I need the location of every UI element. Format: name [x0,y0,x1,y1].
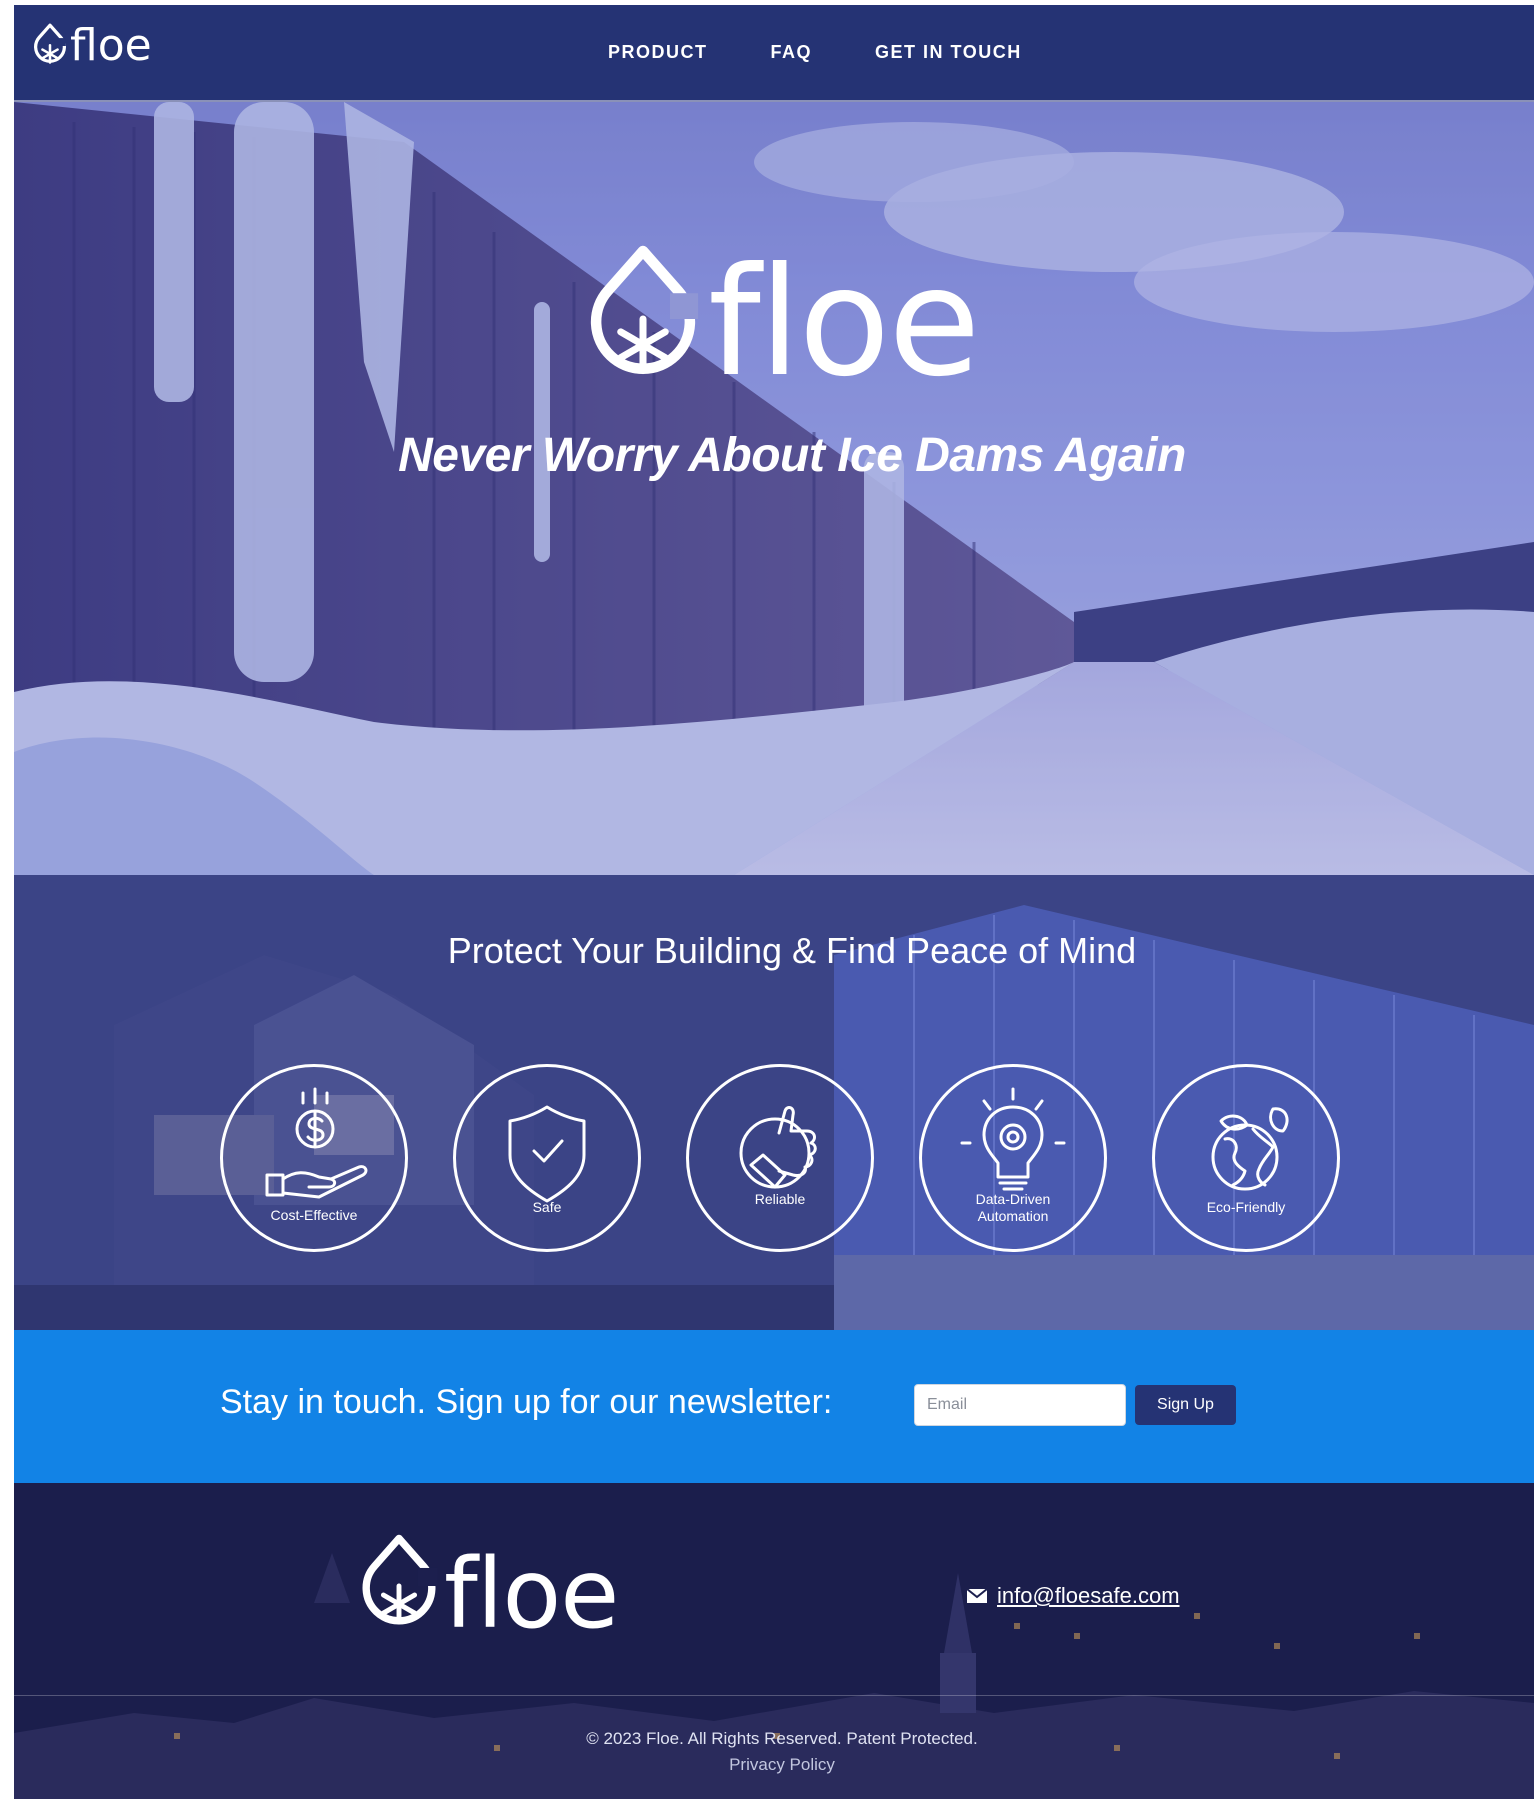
snowflake-drop-logo-icon [362,1534,438,1625]
feature-data-driven-automation: Data-Driven Automation [919,1064,1107,1252]
privacy-policy-link[interactable]: Privacy Policy [14,1755,1534,1775]
nav-logo[interactable]: floe [32,23,152,69]
feature-cost-effective: Cost-Effective [220,1064,408,1252]
features-section: Protect Your Building & Find Peace of Mi… [14,875,1534,1330]
feature-label-data-driven-automation: Data-Driven Automation [922,1191,1104,1225]
newsletter-email-input[interactable] [914,1384,1126,1426]
feature-label-eco-friendly: Eco-Friendly [1206,1199,1286,1215]
nav-logo-text: floe [70,20,152,71]
top-navbar: floe PRODUCT FAQ GET IN TOUCH [14,5,1534,102]
feature-label-reliable: Reliable [754,1191,806,1207]
hero-overlay [14,102,1534,875]
footer-section: floe info@floesafe.com © 2023 Floe. All … [14,1483,1534,1799]
nav-links: PRODUCT FAQ GET IN TOUCH [608,42,1085,63]
feature-label-line: Data-Driven Automation [975,1191,1051,1224]
footer-divider [14,1695,1534,1696]
snowflake-drop-logo-icon [590,245,699,375]
nav-link-get-in-touch[interactable]: GET IN TOUCH [875,42,1022,63]
envelope-icon [967,1589,987,1603]
hero-tagline: Never Worry About Ice Dams Again [398,429,1186,482]
footer-background-image [14,1483,1534,1799]
newsletter-section: Stay in touch. Sign up for our newslette… [14,1330,1534,1483]
feature-eco-friendly: Eco-Friendly [1152,1064,1340,1252]
nav-link-product[interactable]: PRODUCT [608,42,708,63]
footer-logo-text: floe [444,1538,619,1650]
hero-section: floe Never Worry About Ice Dams Again [14,102,1534,875]
feature-label-cost-effective: Cost-Effective [270,1207,358,1223]
feature-label-safe: Safe [532,1199,562,1215]
globe-leaf-icon [1211,1107,1289,1191]
hero-logo-text: floe [708,236,981,410]
footer-copyright: © 2023 Floe. All Rights Reserved. Patent… [586,1729,978,1748]
nav-link-faq[interactable]: FAQ [771,42,813,63]
footer-email: info@floesafe.com [967,1583,1180,1609]
footer-logo[interactable]: floe [358,1533,619,1650]
snowflake-drop-logo-icon [34,23,66,64]
thumbs-up-icon [739,1106,817,1189]
feature-safe: Safe [453,1064,641,1252]
shield-check-icon [508,1105,586,1203]
newsletter-text: Stay in touch. Sign up for our newslette… [220,1383,833,1421]
hero-logo: floe [584,244,981,398]
newsletter-signup-button[interactable]: Sign Up [1135,1385,1236,1425]
feature-reliable: Reliable [686,1064,874,1252]
page: floe PRODUCT FAQ GET IN TOUCH floe Never… [14,5,1534,1799]
features-title: Protect Your Building & Find Peace of Mi… [447,930,1137,971]
footer-email-link[interactable]: info@floesafe.com [997,1583,1180,1609]
